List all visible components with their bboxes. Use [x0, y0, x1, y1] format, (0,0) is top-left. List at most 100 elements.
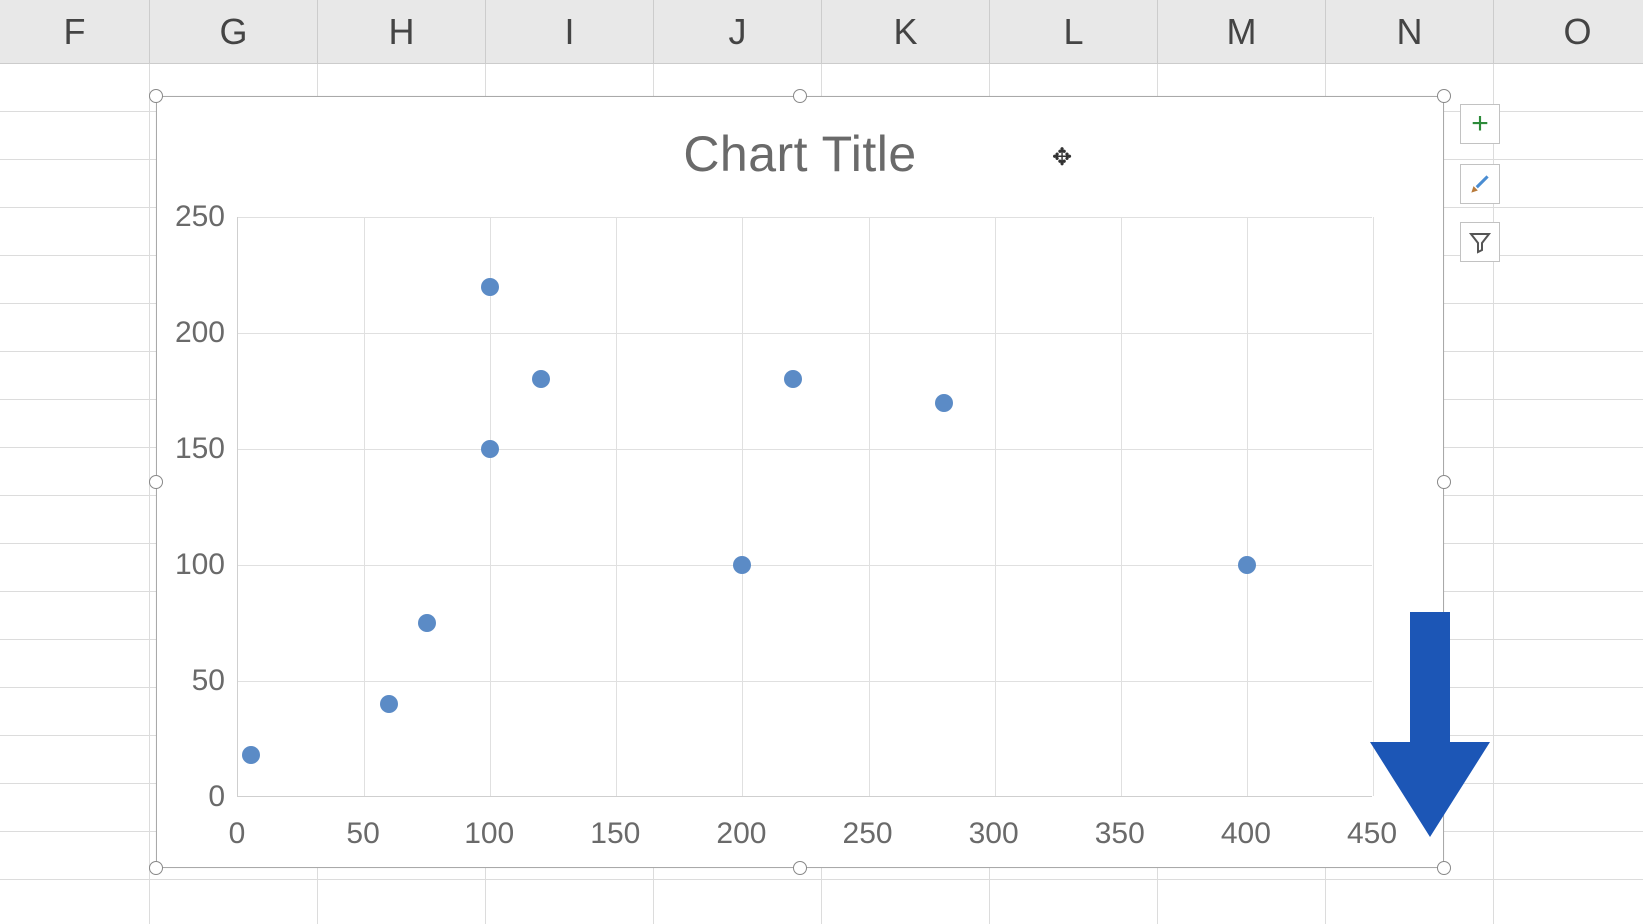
cell[interactable]	[0, 400, 150, 447]
cell[interactable]	[0, 592, 150, 639]
cell[interactable]	[0, 832, 150, 879]
gridline-vertical	[869, 217, 870, 796]
cell[interactable]	[0, 496, 150, 543]
chart-object[interactable]: Chart Title ✥ 05010015020025005010015020…	[156, 96, 1444, 868]
column-header-F[interactable]: F	[0, 0, 150, 64]
chart-elements-button[interactable]: +	[1460, 104, 1500, 144]
gridline-vertical	[364, 217, 365, 796]
cell[interactable]	[822, 880, 990, 924]
column-header-O[interactable]: O	[1494, 0, 1643, 64]
data-point[interactable]	[935, 394, 953, 412]
column-header-J[interactable]: J	[654, 0, 822, 64]
plot-area[interactable]: 0501001502002500501001502002503003504004…	[237, 217, 1372, 797]
column-header-G[interactable]: G	[150, 0, 318, 64]
cell[interactable]	[0, 352, 150, 399]
resize-handle-bottom-left[interactable]	[149, 861, 163, 875]
cell[interactable]	[0, 448, 150, 495]
cell[interactable]	[1494, 592, 1643, 639]
column-header-H[interactable]: H	[318, 0, 486, 64]
cell[interactable]	[0, 688, 150, 735]
cell[interactable]	[1494, 256, 1643, 303]
column-header-I[interactable]: I	[486, 0, 654, 64]
cell[interactable]	[990, 880, 1158, 924]
cell[interactable]	[0, 784, 150, 831]
data-point[interactable]	[418, 614, 436, 632]
cell[interactable]	[1326, 880, 1494, 924]
resize-handle-right[interactable]	[1437, 475, 1451, 489]
cell[interactable]	[1494, 688, 1643, 735]
cell[interactable]	[0, 736, 150, 783]
column-header-L[interactable]: L	[990, 0, 1158, 64]
cell[interactable]	[486, 880, 654, 924]
gridline-vertical	[1121, 217, 1122, 796]
x-axis-tick-label: 350	[1080, 817, 1160, 851]
gridline-vertical	[1373, 217, 1374, 796]
cell[interactable]	[1494, 352, 1643, 399]
cell[interactable]	[1494, 640, 1643, 687]
row	[0, 880, 1643, 924]
cell[interactable]	[654, 880, 822, 924]
chart-styles-button[interactable]	[1460, 164, 1500, 204]
cell[interactable]	[1494, 64, 1643, 111]
cell[interactable]	[1494, 112, 1643, 159]
cell[interactable]	[1494, 880, 1643, 924]
cell[interactable]	[0, 304, 150, 351]
gridline-horizontal	[238, 565, 1372, 566]
column-header-N[interactable]: N	[1326, 0, 1494, 64]
cell[interactable]	[0, 544, 150, 591]
x-axis-tick-label: 50	[323, 817, 403, 851]
funnel-icon	[1468, 230, 1492, 254]
resize-handle-bottom[interactable]	[793, 861, 807, 875]
cell[interactable]	[1494, 832, 1643, 879]
gridline-vertical	[616, 217, 617, 796]
data-point[interactable]	[532, 370, 550, 388]
brush-icon	[1467, 171, 1493, 197]
cell[interactable]	[318, 880, 486, 924]
column-header-K[interactable]: K	[822, 0, 990, 64]
gridline-horizontal	[238, 681, 1372, 682]
gridline-horizontal	[238, 333, 1372, 334]
data-point[interactable]	[733, 556, 751, 574]
data-point[interactable]	[380, 695, 398, 713]
x-axis-tick-label: 450	[1332, 817, 1412, 851]
cell[interactable]	[1494, 448, 1643, 495]
cell[interactable]	[0, 64, 150, 111]
resize-handle-top[interactable]	[793, 89, 807, 103]
cell[interactable]	[0, 208, 150, 255]
plot-frame	[237, 217, 1372, 797]
cell[interactable]	[1494, 304, 1643, 351]
cell[interactable]	[1494, 160, 1643, 207]
data-point[interactable]	[242, 746, 260, 764]
cell[interactable]	[0, 256, 150, 303]
resize-handle-top-right[interactable]	[1437, 89, 1451, 103]
gridline-vertical	[1247, 217, 1248, 796]
plus-icon: +	[1471, 107, 1489, 141]
cell[interactable]	[0, 160, 150, 207]
data-point[interactable]	[481, 440, 499, 458]
x-axis-tick-label: 100	[449, 817, 529, 851]
cell[interactable]	[150, 880, 318, 924]
gridline-vertical	[742, 217, 743, 796]
data-point[interactable]	[481, 278, 499, 296]
resize-handle-top-left[interactable]	[149, 89, 163, 103]
cell[interactable]	[0, 640, 150, 687]
data-point[interactable]	[784, 370, 802, 388]
x-axis-tick-label: 400	[1206, 817, 1286, 851]
cell[interactable]	[0, 112, 150, 159]
cell[interactable]	[0, 880, 150, 924]
x-axis-tick-label: 150	[575, 817, 655, 851]
chart-title[interactable]: Chart Title	[157, 97, 1443, 183]
cell[interactable]	[1494, 544, 1643, 591]
cell[interactable]	[1494, 496, 1643, 543]
resize-handle-left[interactable]	[149, 475, 163, 489]
chart-filter-button[interactable]	[1460, 222, 1500, 262]
column-header-M[interactable]: M	[1158, 0, 1326, 64]
cell[interactable]	[1494, 736, 1643, 783]
cell[interactable]	[1494, 784, 1643, 831]
x-axis-tick-label: 200	[701, 817, 781, 851]
cell[interactable]	[1494, 208, 1643, 255]
data-point[interactable]	[1238, 556, 1256, 574]
cell[interactable]	[1158, 880, 1326, 924]
cell[interactable]	[1494, 400, 1643, 447]
resize-handle-bottom-right[interactable]	[1437, 861, 1451, 875]
